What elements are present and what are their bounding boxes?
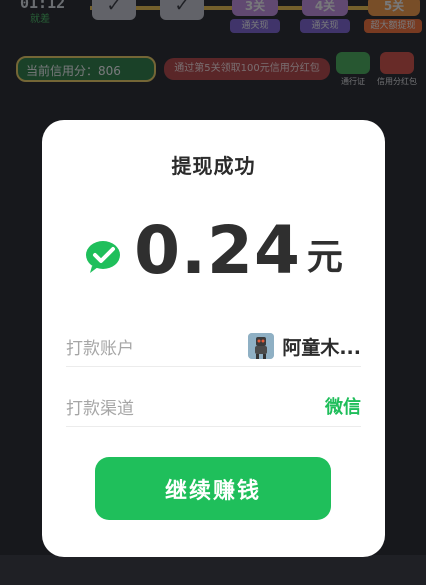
payout-channel-row: 打款渠道 微信 bbox=[66, 386, 361, 427]
payout-channel-label: 打款渠道 bbox=[66, 398, 134, 419]
payout-account: 阿童木... bbox=[248, 333, 361, 360]
bottom-bar bbox=[0, 555, 426, 585]
currency-unit: 元 bbox=[306, 237, 343, 278]
payout-channel-value: 微信 bbox=[325, 397, 361, 418]
stage-tag: 通关现 bbox=[300, 19, 350, 33]
red-packet-label: 信用分红包 bbox=[377, 77, 417, 86]
wechat-pay-icon bbox=[86, 241, 121, 273]
stage-tag: 超大额提现 bbox=[364, 19, 422, 33]
continue-earning-button[interactable]: 继续赚钱 bbox=[95, 457, 331, 520]
task-banner[interactable]: 通过第5关领取100元信用分红包 bbox=[164, 58, 330, 80]
withdraw-success-dialog: 提现成功 0.24 元 打款账户 阿童木... 打款渠道 微信 继续赚钱 bbox=[42, 120, 385, 557]
stage-badge: 4关 bbox=[302, 0, 348, 16]
pass-icon[interactable] bbox=[336, 52, 370, 74]
top-progress-area: 01:12 就差 ✓ ✓ 3关 通关现 4关 通关现 5关 超大额提现 bbox=[0, 0, 426, 40]
dialog-title: 提现成功 bbox=[171, 154, 256, 178]
payout-account-row: 打款账户 阿童木... bbox=[66, 326, 361, 367]
amount-row: 0.24 元 bbox=[42, 204, 385, 284]
stage-tag: 通关现 bbox=[230, 19, 280, 33]
checkmark-icon: ✓ bbox=[92, 0, 136, 20]
payout-account-name: 阿童木... bbox=[282, 336, 361, 359]
avatar bbox=[248, 333, 275, 359]
checkmark-icon: ✓ bbox=[160, 0, 204, 20]
stage-badge: 3关 bbox=[232, 0, 278, 16]
withdraw-amount: 0.24 bbox=[134, 212, 301, 289]
timer-subtext: 就差 bbox=[30, 14, 50, 25]
stage-badge: 5关 bbox=[368, 0, 420, 16]
red-packet-icon[interactable] bbox=[380, 52, 414, 74]
pass-label: 通行证 bbox=[341, 77, 365, 86]
payout-account-label: 打款账户 bbox=[66, 338, 134, 359]
credit-score-badge[interactable]: 当前信用分：806 bbox=[16, 56, 156, 82]
